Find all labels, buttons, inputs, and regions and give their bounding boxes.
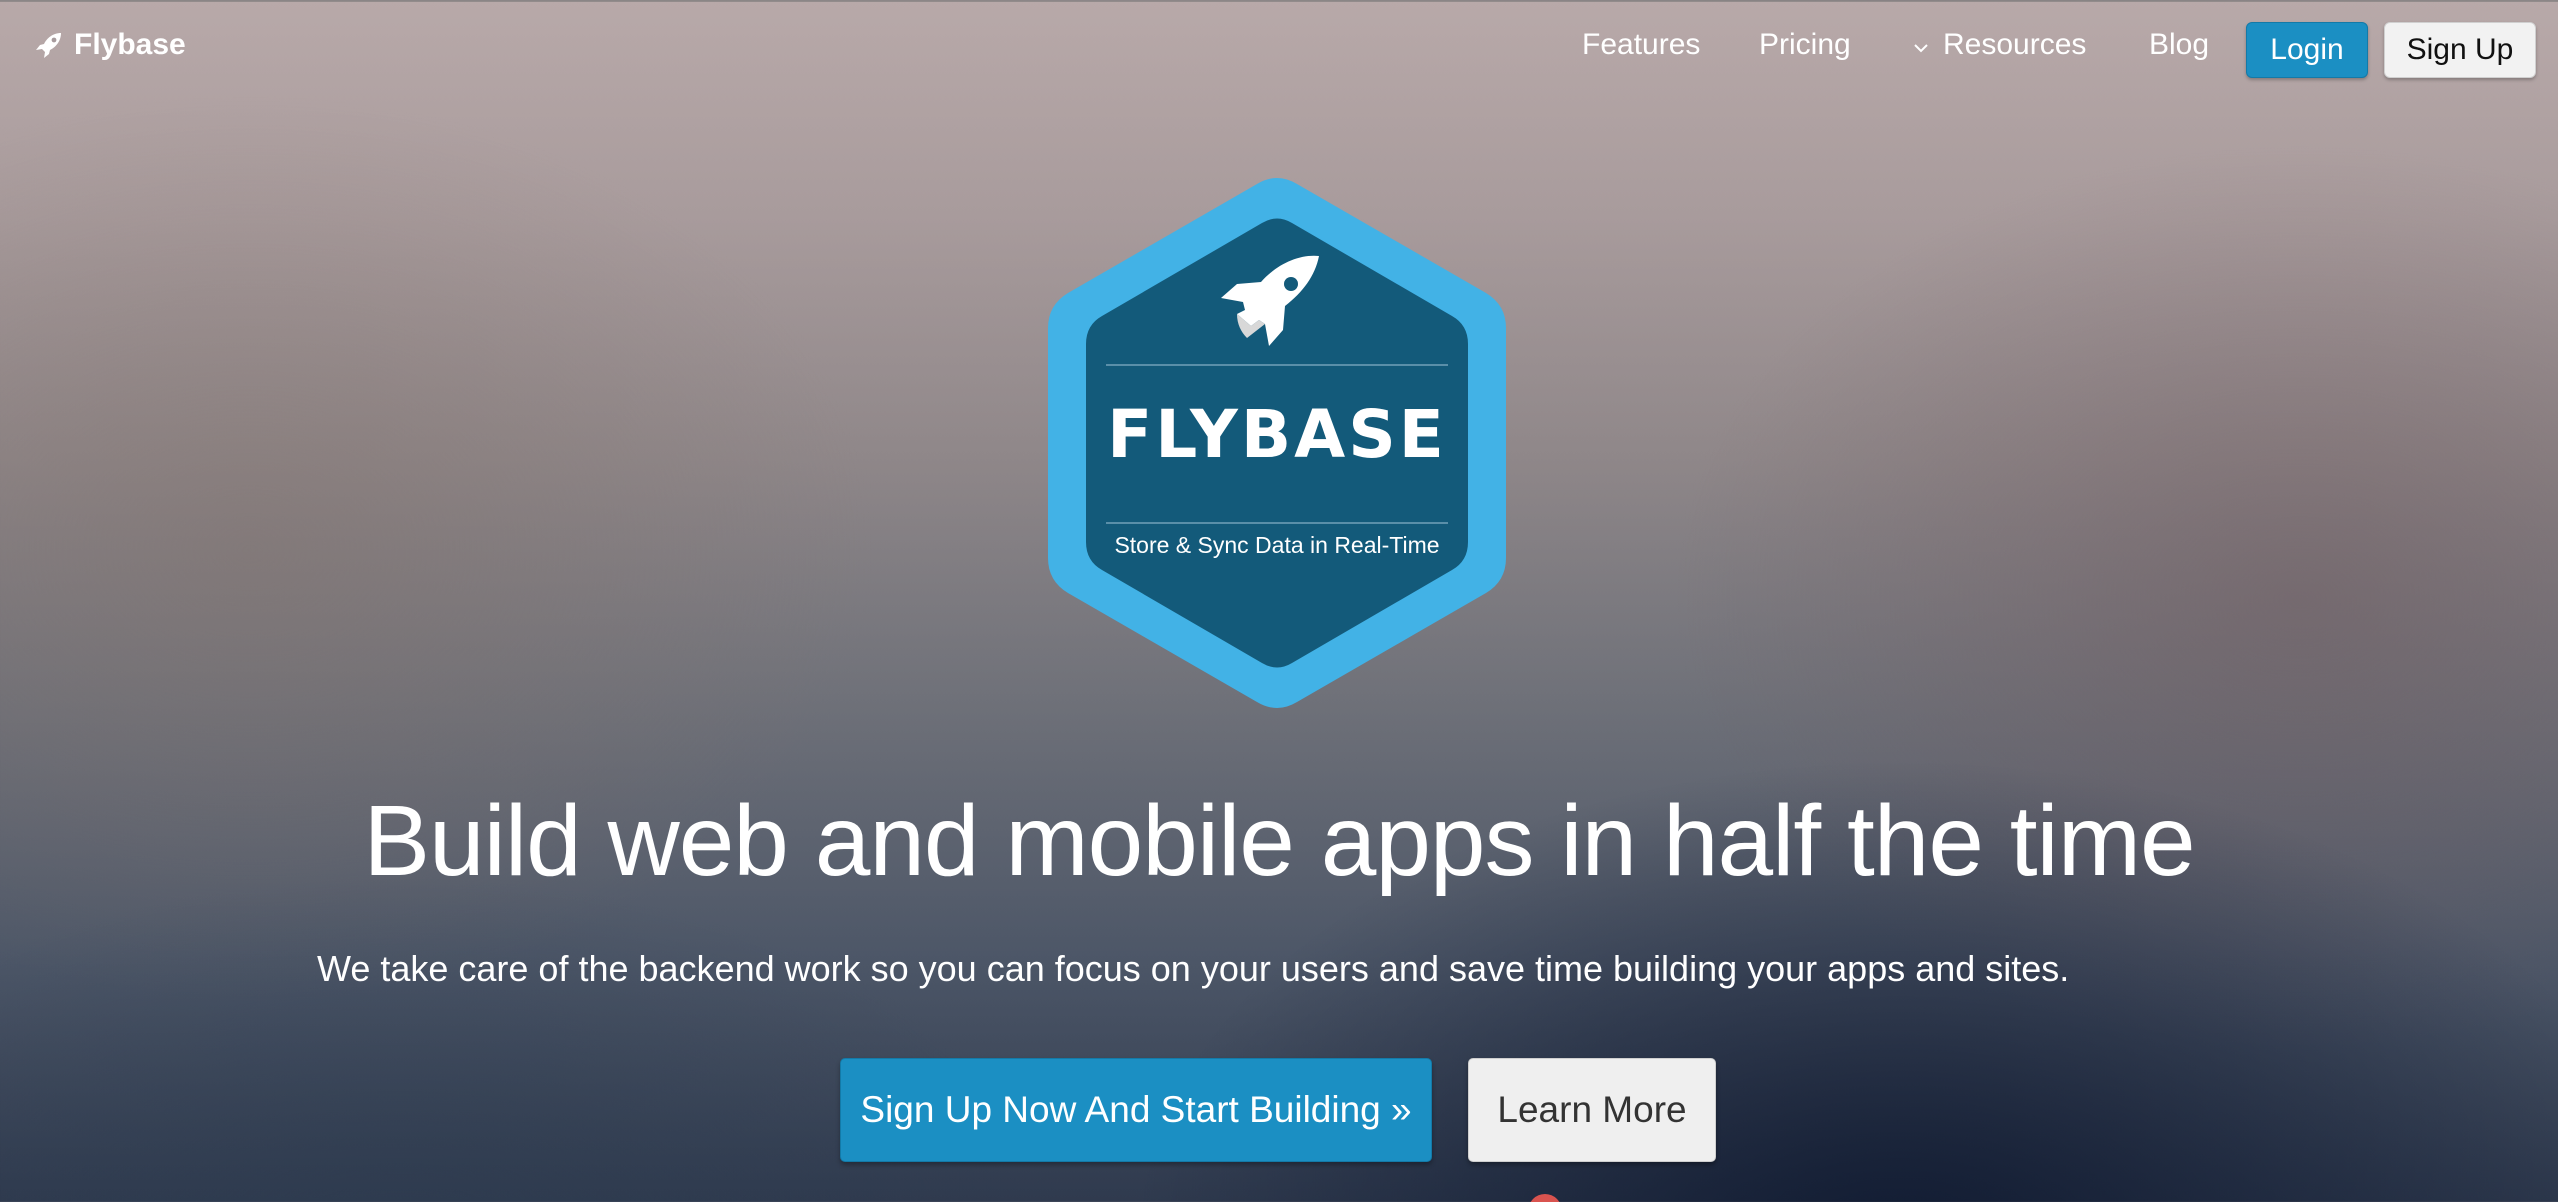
signup-cta-button[interactable]: Sign Up Now And Start Building »	[840, 1058, 1432, 1162]
badge-tagline: Store & Sync Data in Real-Time	[1114, 532, 1440, 558]
hero-subheading: We take care of the backend work so you …	[317, 948, 2070, 989]
signup-button[interactable]: Sign Up	[2384, 22, 2536, 78]
scroll-indicator	[1528, 1194, 1562, 1202]
nav-resources-label: Resources	[1943, 28, 2087, 61]
nav-features[interactable]: Features	[1582, 28, 1700, 62]
login-button[interactable]: Login	[2246, 22, 2368, 78]
learn-more-button[interactable]: Learn More	[1468, 1058, 1716, 1162]
nav-pricing[interactable]: Pricing	[1759, 28, 1851, 62]
brand-link[interactable]: Flybase	[34, 28, 186, 62]
chevron-down-icon	[1913, 28, 1929, 62]
rocket-icon	[34, 30, 64, 60]
hero-heading: Build web and mobile apps in half the ti…	[363, 785, 2195, 897]
nav-blog[interactable]: Blog	[2149, 28, 2209, 62]
badge-title: FLYBASE	[1107, 396, 1447, 473]
navbar: Flybase Features Pricing Resources Blog …	[0, 0, 2558, 96]
nav-resources-dropdown[interactable]: Resources	[1913, 28, 2086, 62]
brand-name: Flybase	[74, 28, 186, 61]
flybase-logo-badge: FLYBASE Store & Sync Data in Real-Time	[1040, 176, 1514, 710]
